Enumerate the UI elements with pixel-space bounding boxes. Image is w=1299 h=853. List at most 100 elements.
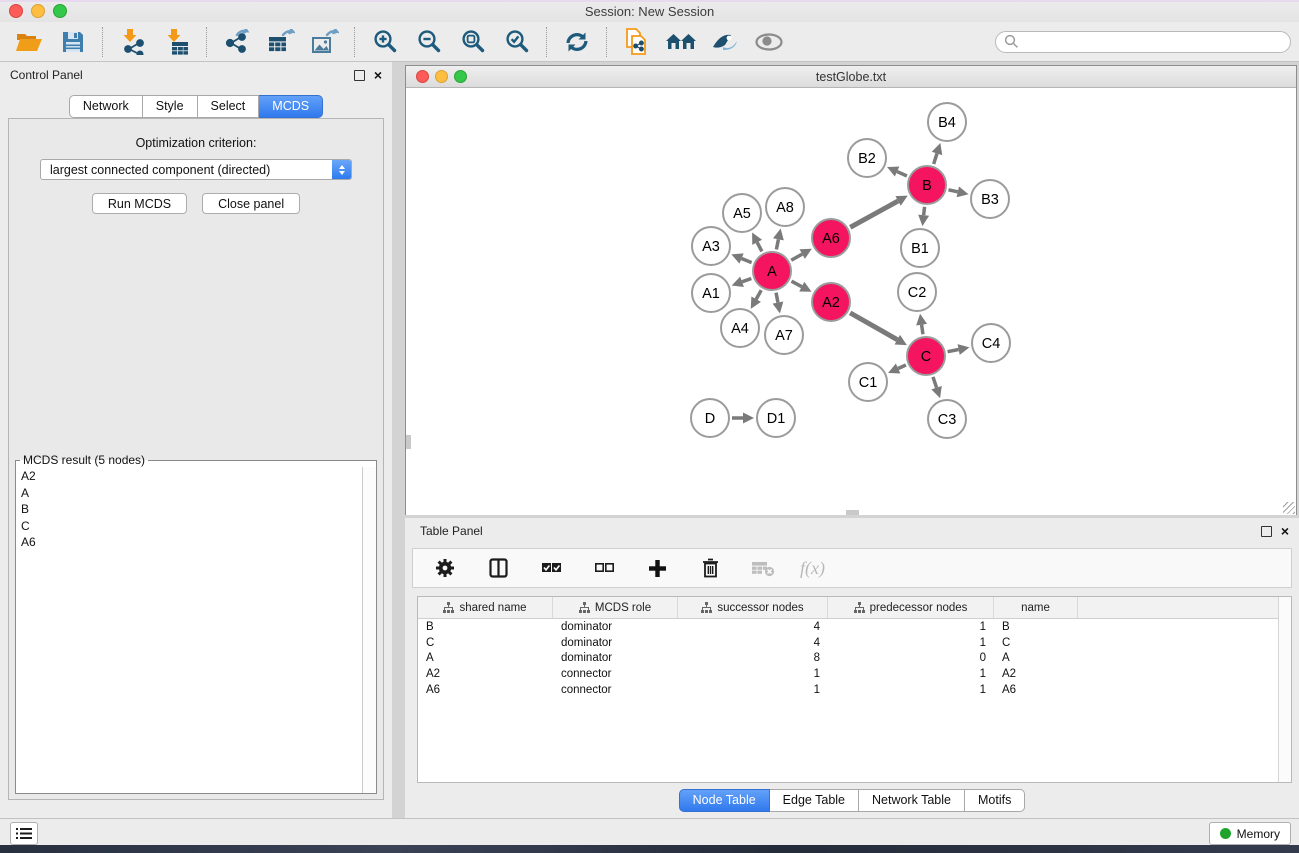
column-header-predecessor-nodes[interactable]: predecessor nodes bbox=[828, 597, 994, 618]
graph-edge-A-A6[interactable] bbox=[791, 254, 802, 260]
tab-mcds[interactable]: MCDS bbox=[259, 95, 323, 118]
graph-edge-C-C3[interactable] bbox=[933, 377, 937, 388]
tab-network[interactable]: Network bbox=[69, 95, 143, 118]
graph-edge-A-A8[interactable] bbox=[776, 239, 778, 249]
graph-edge-C-C1[interactable] bbox=[898, 365, 906, 369]
function-builder-button[interactable]: f(x) bbox=[800, 558, 825, 579]
table-cell[interactable]: 0 bbox=[828, 652, 994, 664]
table-cell[interactable]: 1 bbox=[678, 684, 828, 696]
zoom-in-button[interactable] bbox=[369, 27, 401, 57]
first-neighbors-button[interactable] bbox=[665, 27, 697, 57]
table-scrollbar[interactable] bbox=[1278, 597, 1291, 782]
table-row[interactable]: Cdominator41C bbox=[418, 635, 1291, 651]
table-cell[interactable]: A bbox=[994, 652, 1078, 664]
close-panel-icon[interactable]: × bbox=[374, 70, 382, 80]
delete-table-button[interactable] bbox=[747, 553, 779, 583]
tab-motifs[interactable]: Motifs bbox=[965, 789, 1025, 812]
import-table-button[interactable] bbox=[161, 27, 193, 57]
graph-edge-A-A2[interactable] bbox=[791, 281, 801, 286]
table-cell[interactable]: 1 bbox=[678, 668, 828, 680]
column-header-shared-name[interactable]: shared name bbox=[418, 597, 553, 618]
table-settings-button[interactable] bbox=[429, 553, 461, 583]
table-row[interactable]: A6connector11A6 bbox=[418, 682, 1291, 698]
table-cell[interactable]: A2 bbox=[994, 668, 1078, 680]
table-cell[interactable]: connector bbox=[553, 684, 678, 696]
mcds-result-scrollbar[interactable] bbox=[362, 467, 376, 793]
optimization-dropdown[interactable]: largest connected component (directed) bbox=[40, 159, 352, 180]
graph-edge-C-C4[interactable] bbox=[948, 349, 959, 351]
graph-edge-A2-C[interactable] bbox=[850, 313, 897, 340]
tab-select[interactable]: Select bbox=[198, 95, 260, 118]
show-hide-panel-button[interactable] bbox=[753, 27, 785, 57]
resize-grip-icon[interactable] bbox=[1283, 502, 1295, 514]
mcds-result-item[interactable]: A bbox=[21, 485, 376, 502]
mcds-result-item[interactable]: A2 bbox=[21, 468, 376, 485]
table-cell[interactable]: 1 bbox=[828, 637, 994, 649]
table-cell[interactable]: A6 bbox=[418, 684, 553, 696]
table-cell[interactable]: A6 bbox=[994, 684, 1078, 696]
table-cell[interactable]: 4 bbox=[678, 621, 828, 633]
save-session-button[interactable] bbox=[57, 27, 89, 57]
mcds-result-item[interactable]: B bbox=[21, 501, 376, 518]
close-table-panel-icon[interactable]: × bbox=[1281, 526, 1289, 536]
table-cell[interactable]: dominator bbox=[553, 621, 678, 633]
table-row[interactable]: Adominator80A bbox=[418, 650, 1291, 666]
table-cell[interactable]: 1 bbox=[828, 684, 994, 696]
graph-edge-B-B3[interactable] bbox=[948, 190, 957, 192]
canvas-horizontal-scroll-thumb[interactable] bbox=[846, 510, 859, 515]
graph-edge-A6-B[interactable] bbox=[850, 201, 898, 227]
table-cell[interactable]: 4 bbox=[678, 637, 828, 649]
import-network-button[interactable] bbox=[117, 27, 149, 57]
apply-layout-button[interactable] bbox=[561, 27, 593, 57]
search-input[interactable] bbox=[995, 31, 1291, 53]
memory-button[interactable]: Memory bbox=[1209, 822, 1291, 845]
run-mcds-button[interactable]: Run MCDS bbox=[92, 193, 187, 214]
task-history-button[interactable] bbox=[10, 822, 38, 845]
table-cell[interactable]: dominator bbox=[553, 637, 678, 649]
graph-edge-A-A7[interactable] bbox=[776, 293, 778, 303]
table-cell[interactable]: dominator bbox=[553, 652, 678, 664]
table-cell[interactable]: connector bbox=[553, 668, 678, 680]
tab-style[interactable]: Style bbox=[143, 95, 198, 118]
table-cell[interactable]: 8 bbox=[678, 652, 828, 664]
mcds-result-item[interactable]: C bbox=[21, 518, 376, 535]
column-header-mcds-role[interactable]: MCDS role bbox=[553, 597, 678, 618]
float-panel-icon[interactable] bbox=[354, 70, 365, 81]
column-header-successor-nodes[interactable]: successor nodes bbox=[678, 597, 828, 618]
canvas-vertical-scroll-thumb[interactable] bbox=[406, 435, 411, 449]
new-network-from-selection-button[interactable] bbox=[621, 27, 653, 57]
select-all-button[interactable] bbox=[535, 553, 567, 583]
mcds-result-item[interactable]: A6 bbox=[21, 534, 376, 551]
export-table-button[interactable] bbox=[265, 27, 297, 57]
network-canvas[interactable]: B4B2BB3A5A8A6B1A3AA1C2A2A4A7CC4C1C3DD1 bbox=[406, 88, 1296, 515]
table-cell[interactable]: 1 bbox=[828, 621, 994, 633]
graph-edge-B-B2[interactable] bbox=[897, 172, 907, 176]
zoom-out-button[interactable] bbox=[413, 27, 445, 57]
graph-edge-B-B4[interactable] bbox=[934, 153, 937, 164]
graph-edge-C-C2[interactable] bbox=[922, 325, 923, 335]
float-table-panel-icon[interactable] bbox=[1261, 526, 1272, 537]
tab-edge-table[interactable]: Edge Table bbox=[770, 789, 859, 812]
table-cell[interactable]: C bbox=[418, 637, 553, 649]
create-column-button[interactable] bbox=[641, 553, 673, 583]
table-row[interactable]: Bdominator41B bbox=[418, 619, 1291, 635]
table-cell[interactable]: B bbox=[994, 621, 1078, 633]
table-cell[interactable]: 1 bbox=[828, 668, 994, 680]
tab-network-table[interactable]: Network Table bbox=[859, 789, 965, 812]
deselect-all-button[interactable] bbox=[588, 553, 620, 583]
open-file-button[interactable] bbox=[13, 27, 45, 57]
table-cell[interactable]: A bbox=[418, 652, 553, 664]
table-cell[interactable]: C bbox=[994, 637, 1078, 649]
graphics-details-button[interactable] bbox=[709, 27, 741, 57]
close-panel-button[interactable]: Close panel bbox=[202, 193, 300, 214]
show-columns-button[interactable] bbox=[482, 553, 514, 583]
zoom-selected-button[interactable] bbox=[501, 27, 533, 57]
graph-edge-A-A3[interactable] bbox=[742, 259, 752, 263]
graph-edge-A-A5[interactable] bbox=[757, 242, 762, 251]
graph-edge-A-A4[interactable] bbox=[756, 290, 761, 299]
column-header-name[interactable]: name bbox=[994, 597, 1078, 618]
table-cell[interactable]: B bbox=[418, 621, 553, 633]
graph-edge-B-B1[interactable] bbox=[924, 207, 925, 215]
table-row[interactable]: A2connector11A2 bbox=[418, 666, 1291, 682]
export-image-button[interactable] bbox=[309, 27, 341, 57]
